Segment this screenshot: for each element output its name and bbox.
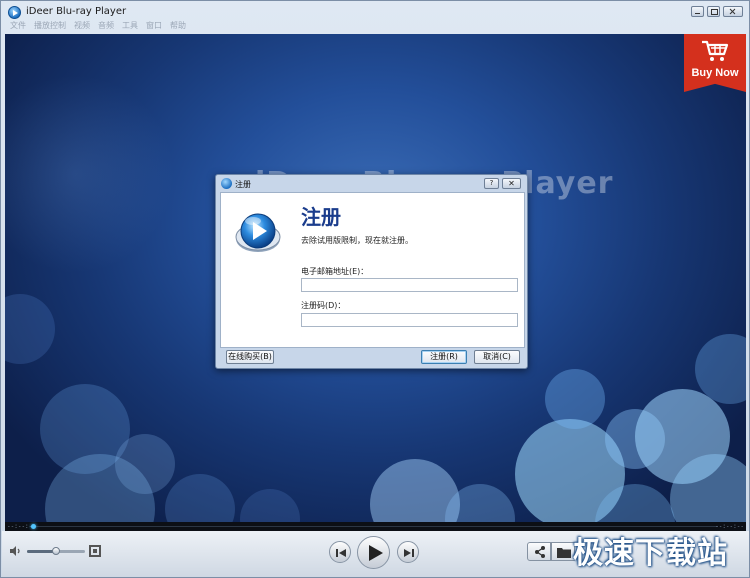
buy-online-button[interactable]: 在线购买(B) <box>226 350 274 364</box>
buy-now-button[interactable]: Buy Now <box>684 34 746 92</box>
play-icon <box>369 545 383 561</box>
app-logo-icon <box>8 6 21 19</box>
menu-bar: 文件 播放控制 视频 音频 工具 窗口 帮助 <box>1 19 749 33</box>
volume-slider[interactable] <box>27 547 85 555</box>
previous-icon <box>336 549 346 557</box>
buy-now-label: Buy Now <box>691 67 739 79</box>
dialog-body: 注册 去除试用版限制，现在就注册。 电子邮箱地址(E)： 注册码(D)： <box>220 192 525 348</box>
seek-handle[interactable] <box>31 524 36 529</box>
play-button[interactable] <box>357 536 390 569</box>
maximize-button[interactable] <box>707 6 720 17</box>
folder-icon <box>557 548 571 558</box>
menu-file[interactable]: 文件 <box>10 19 26 33</box>
window-controls <box>691 6 743 17</box>
menu-tools[interactable]: 工具 <box>122 19 138 33</box>
open-folder-button[interactable] <box>551 542 575 561</box>
app-logo-icon <box>221 178 232 189</box>
watermark: 极速下载站 <box>573 536 728 571</box>
dialog-footer: 在线购买(B) 注册(R) 取消(C) <box>220 350 525 366</box>
bokeh-light <box>5 294 55 364</box>
menu-playback[interactable]: 播放控制 <box>34 19 66 33</box>
cancel-button[interactable]: 取消(C) <box>474 350 520 364</box>
next-button[interactable] <box>397 541 419 563</box>
volume-handle[interactable] <box>52 547 60 555</box>
email-field[interactable] <box>301 278 518 292</box>
dialog-heading: 注册 <box>301 205 341 229</box>
previous-button[interactable] <box>329 541 351 563</box>
dialog-help-button[interactable]: ? <box>484 178 499 189</box>
bokeh-light <box>240 489 300 522</box>
share-icon <box>535 546 545 558</box>
menu-help[interactable]: 帮助 <box>170 19 186 33</box>
menu-audio[interactable]: 音频 <box>98 19 114 33</box>
bokeh-light <box>545 369 605 429</box>
bokeh-light <box>165 474 235 522</box>
window-title: iDeer Blu-ray Player <box>26 6 127 17</box>
code-label: 注册码(D)： <box>301 301 346 310</box>
bokeh-light <box>5 74 175 274</box>
share-button[interactable] <box>527 542 551 561</box>
dialog-title-bar[interactable]: 注册 ? ✕ <box>216 175 527 192</box>
player-logo-icon <box>235 213 281 252</box>
seek-track[interactable] <box>33 526 718 527</box>
next-icon <box>404 549 414 557</box>
fullscreen-icon[interactable] <box>89 545 101 557</box>
registration-code-field[interactable] <box>301 313 518 327</box>
cart-icon <box>702 40 729 61</box>
dialog-subtitle: 去除试用版限制，现在就注册。 <box>301 236 413 245</box>
email-label: 电子邮箱地址(E)： <box>301 267 369 276</box>
dialog-close-button[interactable]: ✕ <box>502 178 521 189</box>
minimize-button[interactable] <box>691 6 704 17</box>
menu-video[interactable]: 视频 <box>74 19 90 33</box>
menu-window[interactable]: 窗口 <box>146 19 162 33</box>
register-button[interactable]: 注册(R) <box>421 350 467 364</box>
player-window: iDeer Blu-ray Player 文件 播放控制 视频 音频 工具 窗口… <box>0 0 750 578</box>
register-dialog: 注册 ? ✕ 注册 去除试用版限制，现在就注册。 电子邮箱地址(E)： 注册码(… <box>215 174 528 369</box>
dialog-title: 注册 <box>235 180 251 189</box>
volume-icon[interactable] <box>10 546 22 556</box>
close-button[interactable] <box>723 6 743 17</box>
